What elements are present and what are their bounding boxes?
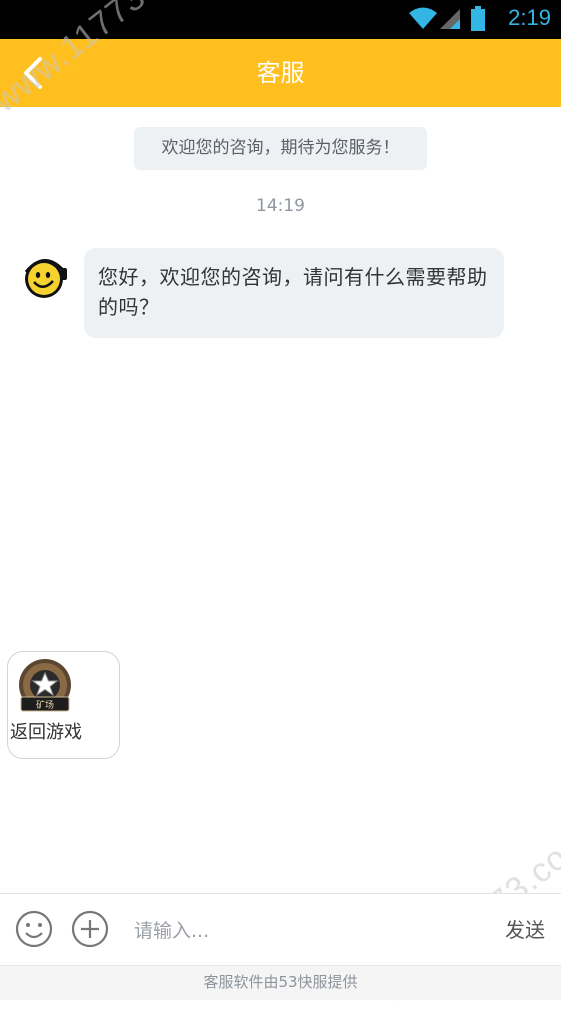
page-title: 客服 bbox=[256, 59, 305, 87]
return-to-game-button[interactable]: 矿场 返回游戏 bbox=[7, 651, 120, 759]
message-timestamp: 14:19 bbox=[256, 196, 305, 216]
more-options-button[interactable] bbox=[71, 910, 109, 948]
status-time: 2:19 bbox=[508, 5, 551, 30]
back-arrow-icon bbox=[24, 57, 42, 89]
signal-icon bbox=[438, 8, 462, 34]
agent-avatar-icon bbox=[21, 254, 69, 302]
agent-message-text: 您好，欢迎您的咨询，请问有什么需要帮助的吗？ bbox=[98, 265, 488, 319]
title-bar: 客服 bbox=[0, 39, 561, 107]
game-icon: 矿场 bbox=[11, 657, 79, 721]
back-button[interactable] bbox=[12, 51, 56, 95]
powered-by-footer: 客服软件由53快服提供 bbox=[0, 965, 561, 1000]
message-input-bar: 发送 bbox=[0, 893, 561, 965]
smiley-icon bbox=[15, 910, 53, 948]
game-icon-caption: 矿场 bbox=[36, 699, 54, 711]
send-button[interactable]: 发送 bbox=[505, 914, 545, 943]
plus-icon bbox=[71, 910, 109, 948]
emoji-button[interactable] bbox=[15, 910, 53, 948]
wifi-icon bbox=[408, 6, 438, 34]
battery-icon bbox=[470, 6, 486, 36]
agent-message-bubble: 您好，欢迎您的咨询，请问有什么需要帮助的吗？ bbox=[84, 248, 504, 338]
return-to-game-label: 返回游戏 bbox=[10, 722, 82, 743]
welcome-notice: 欢迎您的咨询，期待为您服务！ bbox=[134, 127, 427, 170]
message-input[interactable] bbox=[132, 912, 466, 950]
status-bar: 2:19 bbox=[0, 0, 561, 39]
